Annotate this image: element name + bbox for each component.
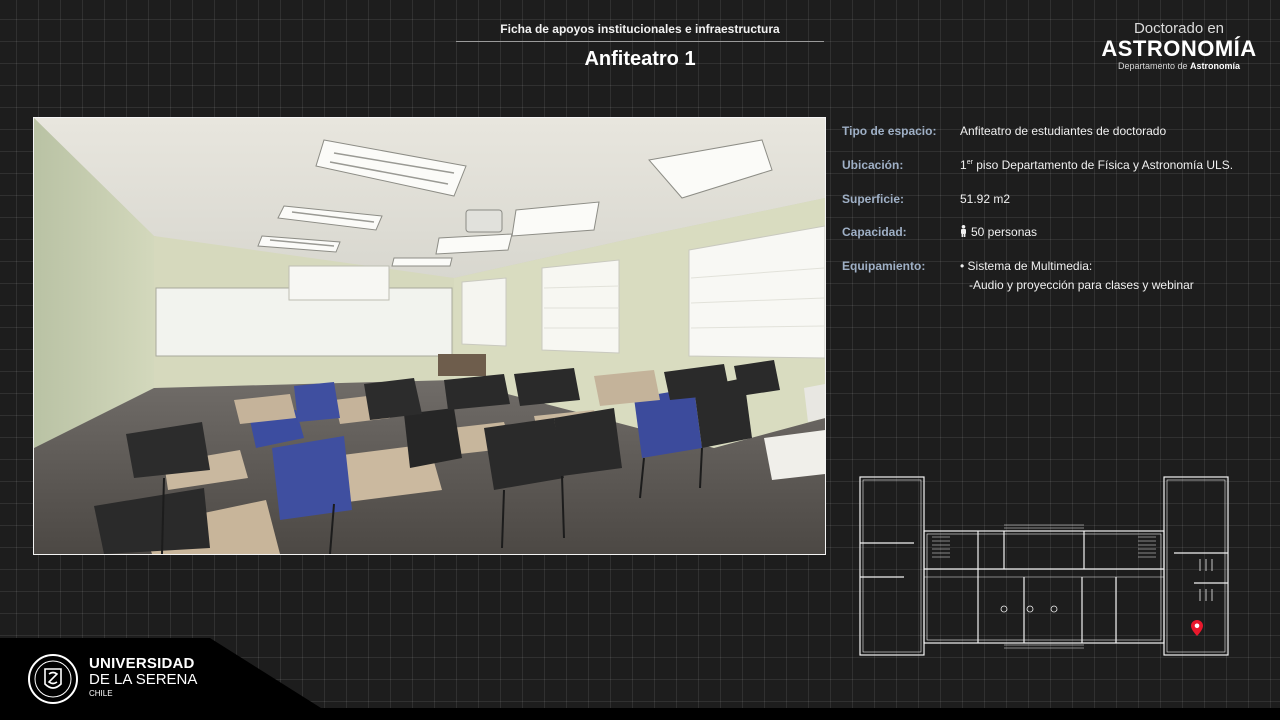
location-text: piso Departamento de Física y Astronomía… [972, 158, 1234, 172]
person-icon [960, 225, 967, 240]
detail-label: Capacidad: [842, 225, 907, 239]
detail-label: Superficie: [842, 192, 905, 206]
equipment-line-1: • Sistema de Multimedia: [960, 259, 1093, 273]
detail-value: Anfiteatro de estudiantes de doctorado [960, 124, 1167, 138]
detail-value: 51.92 m2 [960, 192, 1011, 206]
detail-label: Ubicación: [842, 158, 904, 172]
equipment-line-2: -Audio y proyección para clases y webina… [969, 278, 1194, 292]
detail-value: 1er piso Departamento de Física y Astron… [960, 158, 1260, 172]
university-country: CHILE [89, 689, 113, 698]
detail-label: Tipo de espacio: [842, 124, 937, 138]
brand-line-1: Doctorado en [1133, 20, 1225, 37]
brand-line-3-bold: Astronomía [1190, 61, 1241, 71]
header-divider [456, 41, 824, 42]
brand-line-3: Departamento de Astronomía [1094, 61, 1264, 72]
classroom-photo [33, 117, 826, 555]
floor-plan [854, 473, 1238, 661]
brand-line-3-prefix: Departamento de [1117, 61, 1191, 71]
document-subtitle: Ficha de apoyos institucionales e infrae… [500, 22, 780, 36]
university-name: UNIVERSIDAD DE LA SERENA CHILE [89, 656, 197, 699]
footer-band [0, 708, 1280, 720]
page: { "header": { "subtitle": "Ficha de apoy… [0, 0, 1280, 720]
university-seal-icon [28, 654, 78, 704]
detail-value: • Sistema de Multimedia: -Audio y proyecc… [960, 259, 1260, 292]
university-name-line-1: UNIVERSIDAD [89, 655, 195, 672]
program-logo: Doctorado en ASTRONOMÍA Departamento de … [1094, 20, 1264, 72]
detail-value: 50 personas [960, 225, 1260, 240]
page-title: Anfiteatro 1 [584, 48, 696, 70]
university-name-line-2: DE LA SERENA [89, 671, 198, 688]
location-pin-icon [1191, 620, 1203, 636]
floor-number: 1 [960, 158, 967, 172]
brand-line-2: ASTRONOMÍA [1101, 36, 1257, 61]
detail-label: Equipamiento: [842, 259, 926, 273]
capacity-text: 50 personas [971, 225, 1038, 239]
